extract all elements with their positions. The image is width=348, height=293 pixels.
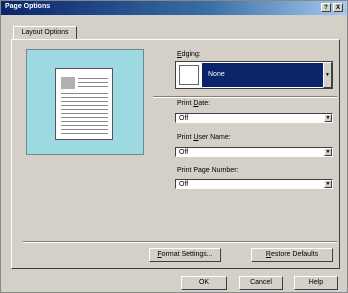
divider (23, 241, 337, 243)
print-page-number-select[interactable]: Off ▼ (175, 179, 333, 189)
format-settings-button[interactable]: Format Settings... (149, 248, 221, 262)
print-date-select[interactable]: Off ▼ (175, 113, 333, 123)
window-title: Page Options (5, 3, 51, 10)
chevron-down-icon[interactable]: ▼ (324, 148, 332, 156)
print-user-name-value: Off (179, 149, 189, 156)
edging-swatch (179, 65, 199, 85)
edging-value: None (202, 63, 323, 87)
print-page-number-label: Print Page Number: (177, 167, 239, 174)
print-user-name-select[interactable]: Off ▼ (175, 147, 333, 157)
image-placeholder-icon (61, 77, 75, 89)
chevron-down-icon[interactable]: ▼ (324, 114, 332, 122)
divider (153, 96, 337, 98)
page-preview (26, 49, 144, 155)
title-bar: Page Options ? X (1, 1, 347, 15)
help-button[interactable]: Help (294, 276, 338, 290)
edging-label: Edging: (177, 51, 201, 58)
page-thumbnail (55, 68, 113, 140)
close-icon[interactable]: X (333, 3, 343, 12)
chevron-down-icon[interactable]: ▼ (323, 62, 332, 88)
print-page-number-value: Off (179, 181, 189, 188)
help-icon[interactable]: ? (321, 3, 331, 12)
ok-button[interactable]: OK (181, 276, 227, 290)
chevron-down-icon[interactable]: ▼ (324, 180, 332, 188)
cancel-button[interactable]: Cancel (239, 276, 283, 290)
print-date-value: Off (179, 115, 189, 122)
print-date-label: Print Date: (177, 100, 211, 107)
edging-select[interactable]: None ▼ (175, 61, 333, 89)
restore-defaults-button[interactable]: Restore Defaults (251, 248, 333, 262)
page-options-dialog: Page Options ? X Layout Options Edging: … (0, 0, 348, 293)
tab-layout-options[interactable]: Layout Options (13, 26, 77, 40)
print-user-name-label: Print User Name: (177, 134, 231, 141)
